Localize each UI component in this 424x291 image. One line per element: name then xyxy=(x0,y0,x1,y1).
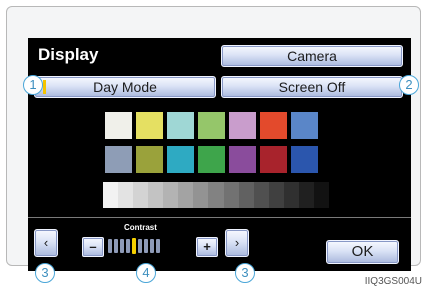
color-swatch xyxy=(198,112,225,139)
grayscale-step xyxy=(103,182,119,208)
grayscale-step xyxy=(118,182,134,208)
color-swatch xyxy=(260,112,287,139)
grayscale-step xyxy=(268,182,284,208)
contrast-tick xyxy=(144,239,148,253)
contrast-tick xyxy=(108,239,112,253)
contrast-minus-button[interactable]: – xyxy=(82,237,104,257)
contrast-tick xyxy=(138,239,142,253)
grayscale-step xyxy=(313,182,329,208)
ok-button[interactable]: OK xyxy=(326,240,399,264)
grayscale-step xyxy=(223,182,239,208)
contrast-tick xyxy=(120,239,124,253)
callout-2: 2 xyxy=(399,75,419,95)
color-swatch xyxy=(291,112,318,139)
callout-3-left: 3 xyxy=(35,263,55,283)
grayscale-step xyxy=(253,182,269,208)
grayscale-step xyxy=(238,182,254,208)
callout-3-right: 3 xyxy=(235,263,255,283)
color-swatch xyxy=(136,112,163,139)
contrast-plus-button[interactable]: + xyxy=(196,237,218,257)
grayscale-step xyxy=(283,182,299,208)
separator-line xyxy=(28,217,411,218)
color-swatch xyxy=(291,146,318,173)
contrast-tick-active xyxy=(132,238,136,254)
day-mode-button[interactable]: Day Mode xyxy=(34,76,216,98)
day-mode-indicator xyxy=(43,80,46,94)
screen-off-button[interactable]: Screen Off xyxy=(221,76,403,98)
color-swatch xyxy=(105,112,132,139)
color-swatch xyxy=(105,146,132,173)
camera-button[interactable]: Camera xyxy=(221,45,403,67)
day-mode-label: Day Mode xyxy=(93,79,157,95)
color-bar-row-bottom xyxy=(105,146,318,173)
color-swatch xyxy=(167,112,194,139)
grayscale-step xyxy=(208,182,224,208)
screen-content: Display Camera Day Mode Screen Off ‹ Con… xyxy=(28,38,411,271)
contrast-tick xyxy=(114,239,118,253)
callout-1: 1 xyxy=(23,75,43,95)
color-swatch xyxy=(167,146,194,173)
grayscale-bar xyxy=(103,182,329,208)
next-button[interactable]: › xyxy=(225,229,249,257)
grayscale-step xyxy=(298,182,314,208)
grayscale-step xyxy=(193,182,209,208)
contrast-level-meter xyxy=(108,237,190,255)
contrast-tick xyxy=(126,239,130,253)
callout-4: 4 xyxy=(136,263,156,283)
contrast-tick xyxy=(150,239,154,253)
contrast-tick xyxy=(156,239,160,253)
color-swatch xyxy=(260,146,287,173)
color-swatch xyxy=(136,146,163,173)
color-bar-row-top xyxy=(105,112,318,139)
grayscale-step xyxy=(163,182,179,208)
color-swatch xyxy=(229,146,256,173)
screen-title: Display xyxy=(38,45,99,64)
figure-code: IIQ3GS004U xyxy=(364,276,422,287)
contrast-label: Contrast xyxy=(124,223,157,232)
grayscale-step xyxy=(178,182,194,208)
grayscale-step xyxy=(133,182,149,208)
color-swatch xyxy=(229,112,256,139)
previous-button[interactable]: ‹ xyxy=(34,229,58,257)
grayscale-step xyxy=(148,182,164,208)
color-swatch xyxy=(198,146,225,173)
